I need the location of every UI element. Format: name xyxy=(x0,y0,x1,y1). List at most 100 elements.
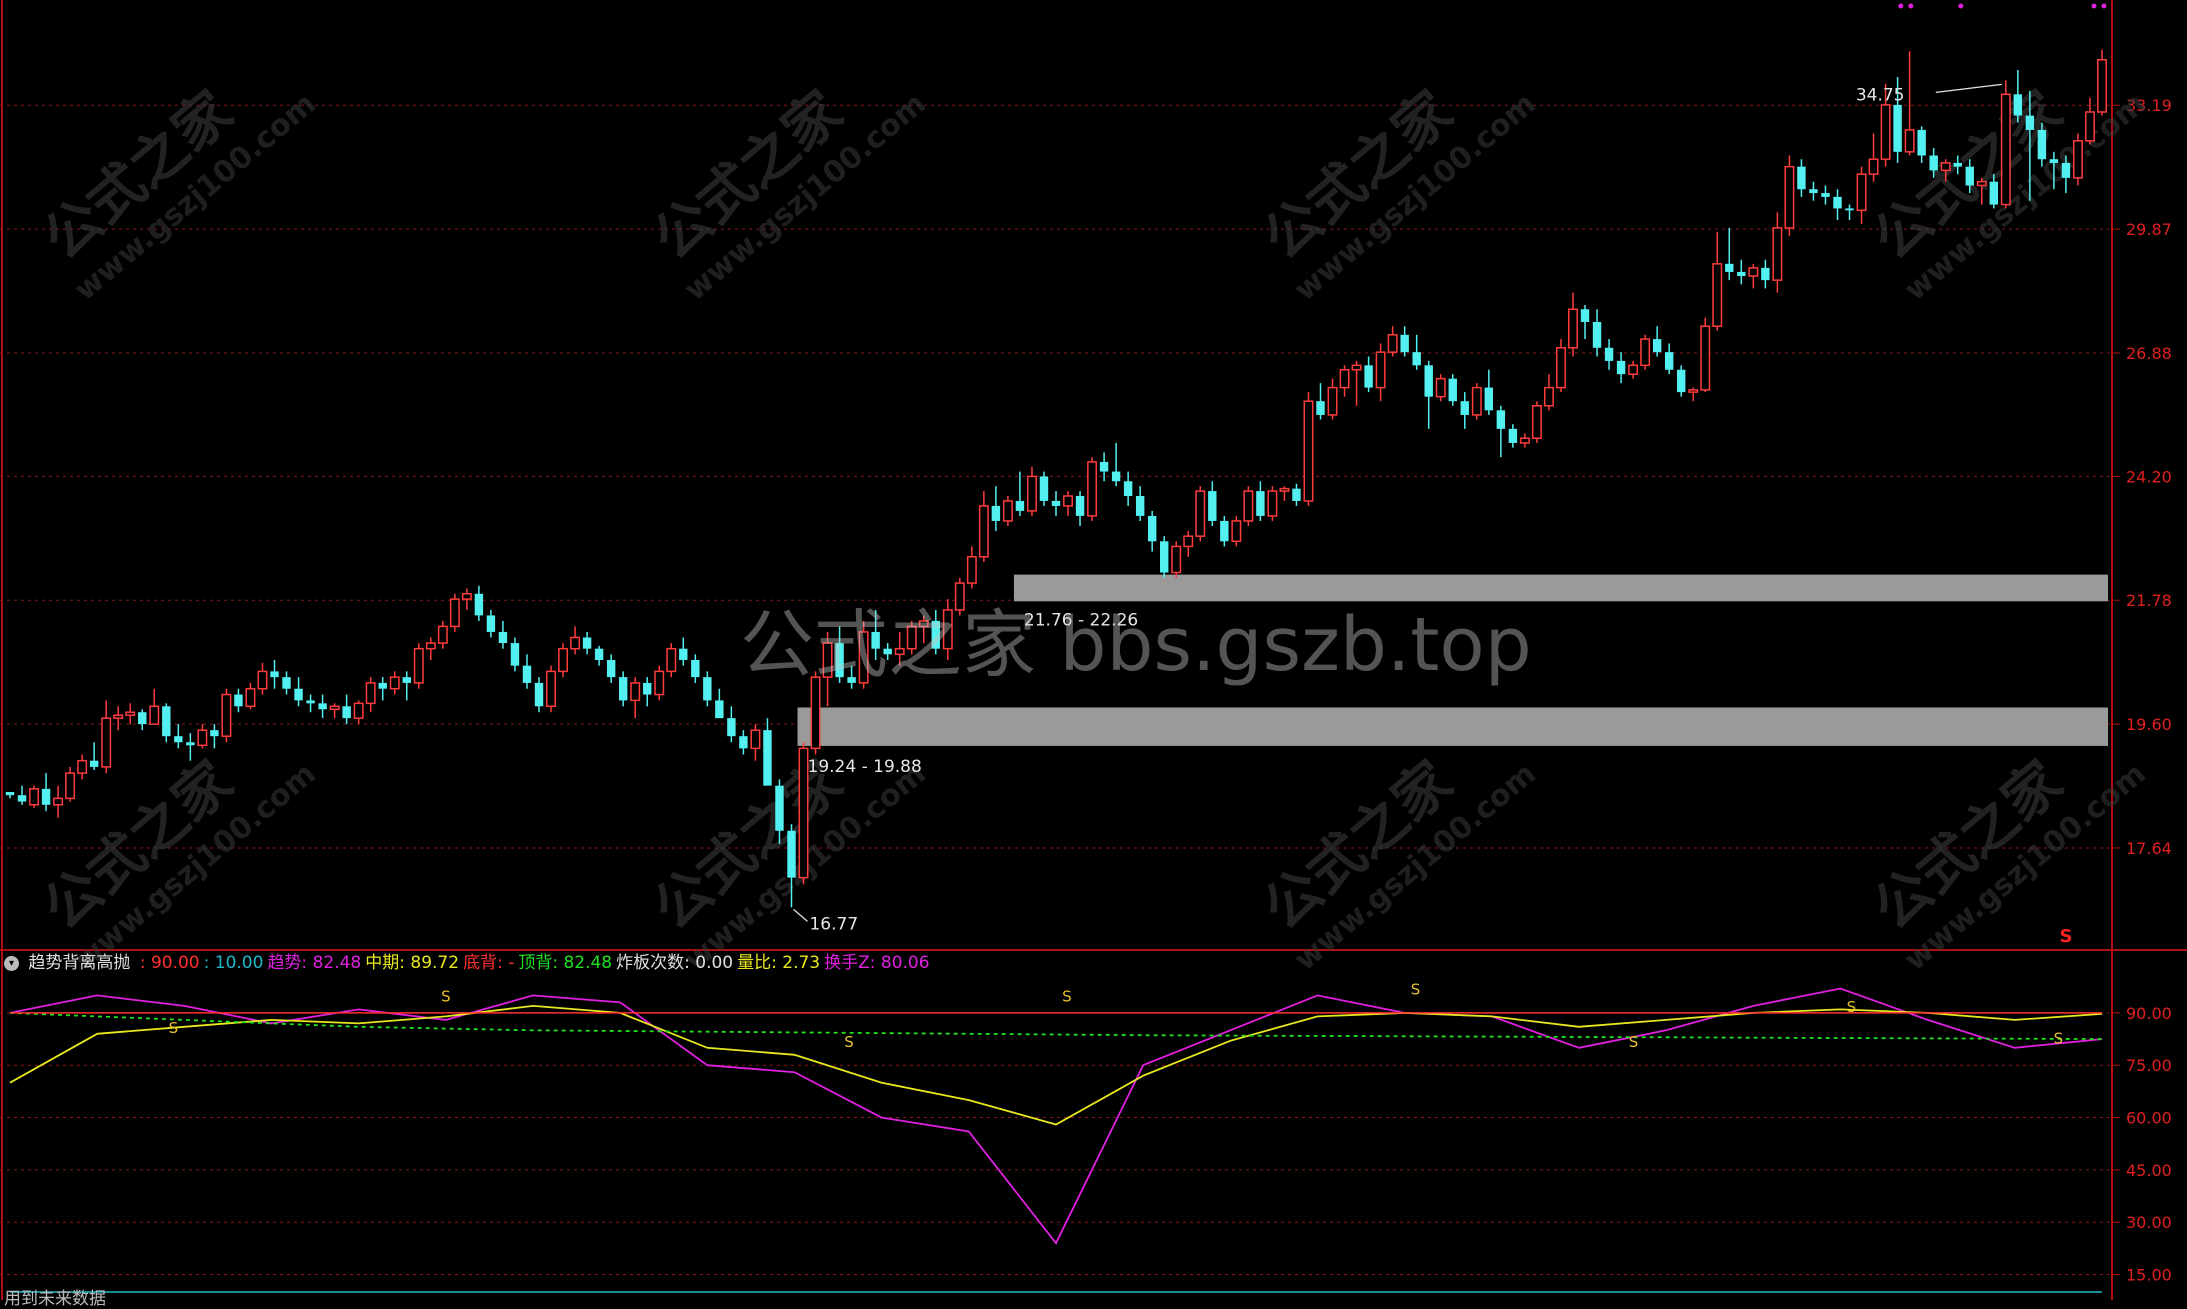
candle-body xyxy=(1640,338,1651,367)
candle-body xyxy=(1087,461,1098,517)
candle-down xyxy=(498,620,508,649)
candle-down xyxy=(1917,126,1926,163)
candle-body xyxy=(2037,129,2047,160)
candle-body xyxy=(2085,111,2095,142)
candle-body xyxy=(1364,365,1373,388)
candle-down xyxy=(1400,326,1409,357)
candle-up xyxy=(1856,166,1867,224)
candle-body xyxy=(1400,334,1409,353)
candle-down xyxy=(1039,471,1049,506)
candle-body xyxy=(1989,181,1999,205)
candle-down xyxy=(486,609,496,638)
candle-down xyxy=(1460,392,1469,429)
price-tick-label: 24.20 xyxy=(2126,467,2172,486)
candle-body xyxy=(1893,104,1902,152)
candle-body xyxy=(534,682,544,707)
indicator-param: : 90.00 xyxy=(139,953,200,973)
candle-body xyxy=(1652,339,1662,353)
candle-body xyxy=(378,682,387,689)
candle-body xyxy=(1183,535,1194,548)
candle-down xyxy=(1737,259,1746,285)
candle-down xyxy=(1725,227,1734,281)
candle-body xyxy=(558,647,569,673)
candle-body xyxy=(1519,437,1530,444)
candle-body xyxy=(1208,491,1217,521)
candle-body xyxy=(2013,94,2023,116)
candle-down xyxy=(2013,70,2023,123)
candle-up xyxy=(1303,392,1314,506)
candle-up xyxy=(1195,486,1206,542)
candle-body xyxy=(318,703,327,710)
candle-body xyxy=(2061,162,2071,178)
candle-body xyxy=(2049,159,2059,163)
indicator-param: 量比: 2.73 xyxy=(737,953,821,973)
candle-up xyxy=(1628,360,1639,379)
candle-body xyxy=(1243,490,1254,522)
candle-body xyxy=(1604,347,1614,361)
candle-body xyxy=(1063,495,1073,507)
indicator-name[interactable]: 趋势背离高抛 xyxy=(28,953,130,973)
candle-body xyxy=(1965,166,1974,186)
candle-up xyxy=(425,637,436,660)
candle-body xyxy=(643,682,652,695)
candle-body xyxy=(1039,476,1049,501)
candle-body xyxy=(282,677,291,689)
candle-down xyxy=(703,671,712,707)
candle-body xyxy=(991,505,1001,521)
candle-body xyxy=(17,795,27,802)
candle-body xyxy=(1220,520,1229,542)
candle-down xyxy=(1580,305,1590,340)
candle-down xyxy=(342,694,351,725)
candle-down xyxy=(282,671,291,695)
candle-up xyxy=(101,700,112,774)
candle-down xyxy=(1099,452,1109,482)
candle-up xyxy=(1375,343,1386,402)
candle-up xyxy=(65,766,76,802)
candle-up xyxy=(1171,541,1182,578)
candle-body xyxy=(1303,400,1314,502)
candle-up xyxy=(1387,326,1398,357)
candle-up xyxy=(1640,334,1651,370)
candle-body xyxy=(1327,386,1338,416)
candle-body xyxy=(966,556,977,584)
candle-down xyxy=(1652,326,1662,357)
candle-body xyxy=(1725,263,1734,272)
candle-up xyxy=(1772,212,1783,293)
high-label: 34.75 xyxy=(1856,85,1905,105)
candle-down xyxy=(1484,369,1494,415)
candle-down xyxy=(1220,515,1229,547)
candle-body xyxy=(1256,491,1265,516)
candle-down xyxy=(1448,374,1457,406)
signal-dot xyxy=(1898,3,1904,9)
candle-down xyxy=(474,585,484,621)
candle-down xyxy=(618,671,628,707)
candle-up xyxy=(978,491,989,563)
candle-down xyxy=(1845,204,1854,221)
candle-body xyxy=(1676,369,1686,393)
candle-body xyxy=(1772,227,1783,281)
candle-up xyxy=(461,588,472,610)
watermark-tile: 公式之家www.gszj100.com xyxy=(31,79,322,308)
chart-stage[interactable]: 33.19 29.87 26.88 24.20 21.78 19.60 17.64 90.00… xyxy=(0,0,2187,1300)
candle-up xyxy=(125,703,136,725)
signal-dot xyxy=(1958,3,1964,9)
indicator-params: : 90.00: 10.00 趋势: 82.48 中期: 89.72 底背: - 顶背:… xyxy=(140,953,934,973)
candle-body xyxy=(365,682,376,705)
sell-signal-marker: S xyxy=(2059,926,2072,947)
candle-body xyxy=(1868,158,1879,175)
collapse-icon[interactable]: ▾ xyxy=(4,955,19,971)
candle-up xyxy=(1183,531,1194,557)
kline-chart[interactable]: 33.1929.8726.8824.2021.7819.6017.6490.00… xyxy=(0,0,2187,1300)
candle-down xyxy=(318,694,327,719)
price-tick-label: 26.88 xyxy=(2126,344,2172,363)
center-watermark: 公式之家 bbs.gszb.top xyxy=(740,602,1532,688)
candle-up xyxy=(1712,231,1723,331)
candle-body xyxy=(1737,271,1746,277)
candle-up xyxy=(966,546,977,589)
candle-body xyxy=(1231,520,1242,543)
candle-body xyxy=(666,647,677,673)
candle-up xyxy=(1471,383,1482,420)
price-zone-band xyxy=(1013,574,2108,602)
candle-body xyxy=(546,670,556,708)
candle-up xyxy=(1279,486,1290,501)
